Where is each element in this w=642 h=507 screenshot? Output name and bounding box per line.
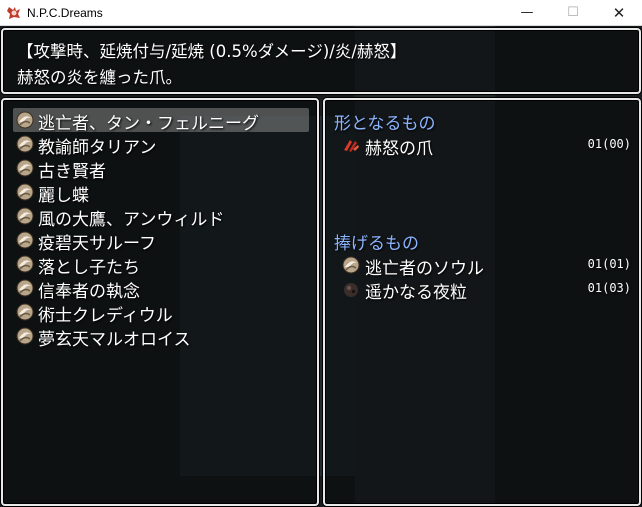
night-grain-icon (344, 283, 358, 297)
item-name: 逃亡者のソウル (365, 259, 484, 279)
soul-icon (16, 327, 34, 345)
help-window: 【攻撃時、延焼付与/延焼 (0.5%ダメージ)/炎/赫怒】 赫怒の炎を纏った爪。 (1, 28, 641, 94)
offer-item: 遥かなる夜粒 01(03) (341, 277, 631, 303)
maximize-button[interactable]: ☐ (550, 0, 596, 26)
recipe-list-item[interactable]: 落とし子たち (13, 252, 309, 278)
soul-icon (16, 207, 34, 225)
item-count: 01(00) (587, 137, 631, 151)
recipe-list-item-label: 教諭師タリアン (38, 138, 157, 158)
help-line-2: 赫怒の炎を纏った爪。 (17, 68, 182, 87)
soul-icon (16, 135, 34, 153)
item-count: 01(03) (587, 281, 631, 295)
claw-icon (344, 140, 359, 152)
recipe-list-item-label: 逃亡者、タン・フェルニーグ (38, 114, 259, 134)
recipe-list-item-label: 風の大鷹、アンウィルド (38, 210, 225, 230)
item-count: 01(01) (587, 257, 631, 271)
recipe-list-item[interactable]: 教諭師タリアン (13, 132, 309, 158)
form-section-header: 形となるもの (334, 114, 436, 134)
recipe-list-window: 逃亡者、タン・フェルニーグ 教諭師タリアン 古き賢者麗し蝶風の大鷹、アンウィルド 疫碧… (1, 98, 319, 506)
offer-section-header: 捧げるもの (334, 234, 419, 254)
soul-icon (342, 256, 360, 274)
recipe-list-item[interactable]: 麗し蝶 (13, 180, 309, 206)
form-item: 赫怒の爪 01(00) (341, 133, 631, 159)
recipe-list-item[interactable]: 夢玄天マルオロイス (13, 324, 309, 350)
item-name: 赫怒の爪 (365, 139, 433, 159)
recipe-list-item-label: 信奉者の執念 (38, 282, 140, 302)
item-name: 遥かなる夜粒 (365, 283, 467, 303)
soul-icon (16, 279, 34, 297)
close-button[interactable]: ✕ (596, 0, 642, 26)
recipe-list-item-label: 術士クレディウル (38, 306, 173, 326)
soul-icon (16, 303, 34, 321)
recipe-list-item[interactable]: 古き賢者 (13, 156, 309, 182)
minimize-button[interactable]: — (504, 0, 550, 26)
recipe-detail-window: 形となるもの 赫怒の爪 01(00) 捧げるもの 逃亡者のソウル 01(01) 遥かな… (323, 98, 641, 506)
recipe-list-item[interactable]: 逃亡者、タン・フェルニーグ (13, 108, 309, 134)
soul-icon (16, 231, 34, 249)
title-bar: N.P.C.Dreams — ☐ ✕ (0, 0, 642, 26)
recipe-list-item[interactable]: 風の大鷹、アンウィルド (13, 204, 309, 230)
soul-icon (16, 159, 34, 177)
app-icon (7, 7, 20, 19)
window-title: N.P.C.Dreams (27, 6, 103, 20)
soul-icon (16, 183, 34, 201)
offer-item: 逃亡者のソウル 01(01) (341, 253, 631, 279)
soul-icon (16, 255, 34, 273)
recipe-list-item-label: 夢玄天マルオロイス (38, 330, 191, 350)
recipe-list-item-label: 落とし子たち (38, 258, 140, 278)
recipe-list-item-label: 疫碧天サルーフ (38, 234, 156, 254)
game-viewport: 【攻撃時、延焼付与/延焼 (0.5%ダメージ)/炎/赫怒】 赫怒の炎を纏った爪。… (0, 26, 642, 507)
recipe-list-item[interactable]: 疫碧天サルーフ (13, 228, 309, 254)
help-line-1: 【攻撃時、延焼付与/延焼 (0.5%ダメージ)/炎/赫怒】 (17, 42, 407, 61)
soul-icon (16, 111, 34, 129)
recipe-list-item-label: 麗し蝶 (38, 186, 89, 206)
recipe-list-item-label: 古き賢者 (38, 162, 106, 182)
recipe-list-item[interactable]: 信奉者の執念 (13, 276, 309, 302)
recipe-list-item[interactable]: 術士クレディウル (13, 300, 309, 326)
